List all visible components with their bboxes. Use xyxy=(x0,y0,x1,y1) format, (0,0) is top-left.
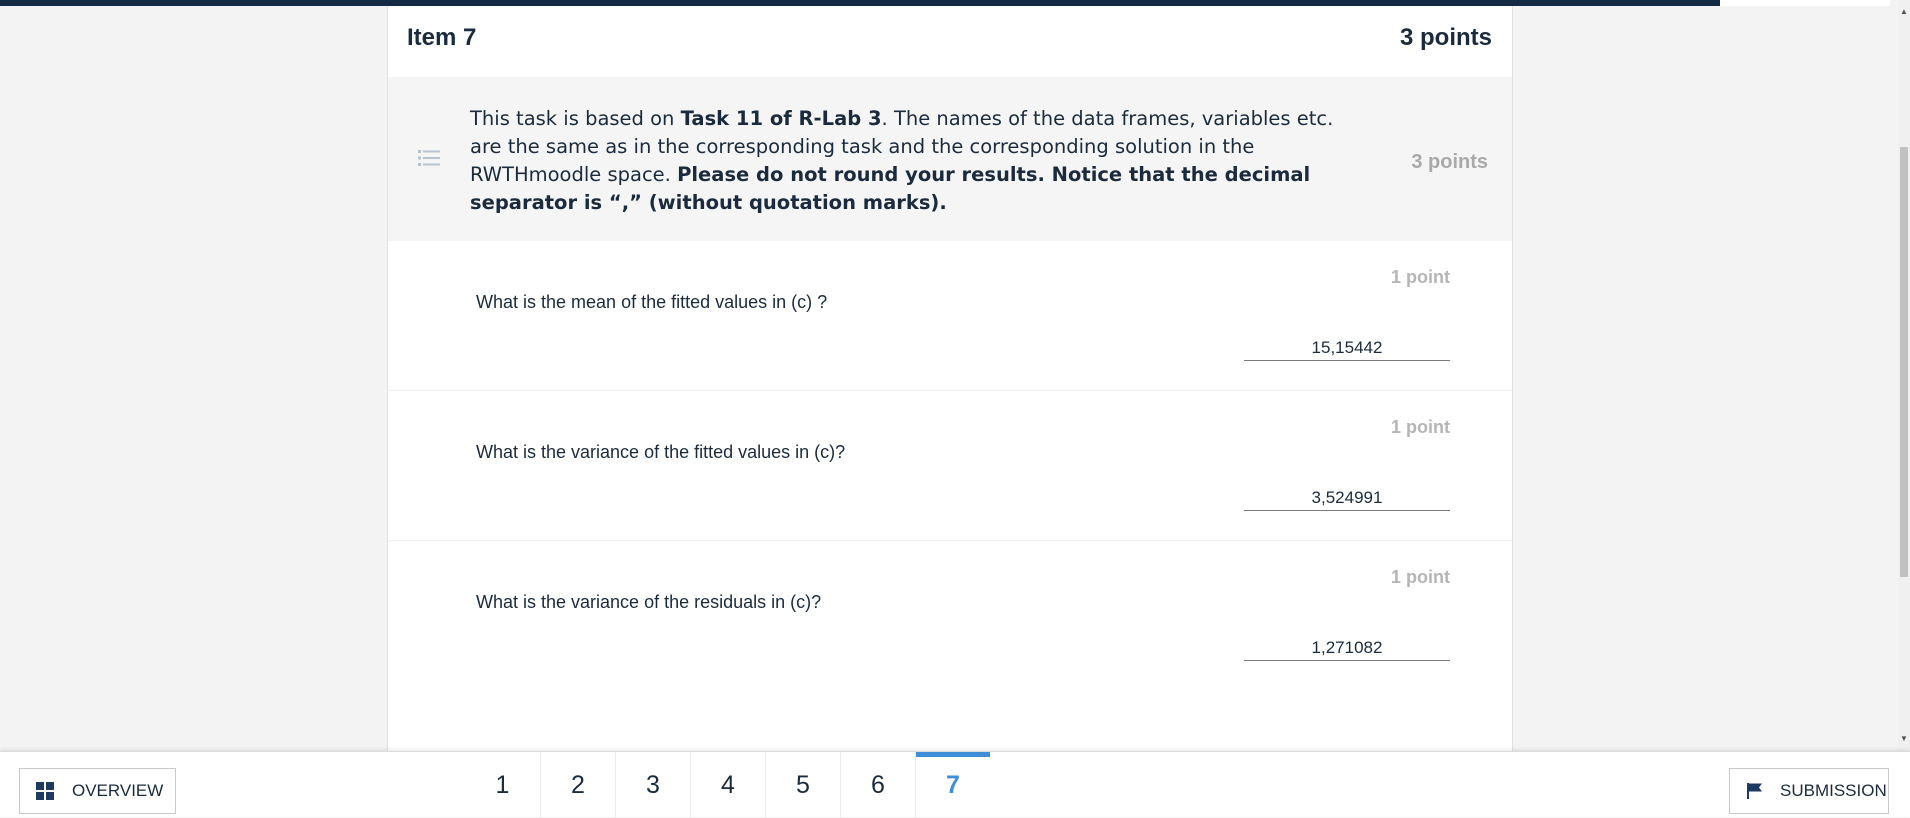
page-2[interactable]: 2 xyxy=(540,752,615,818)
submission-button[interactable]: SUBMISSION xyxy=(1729,768,1889,814)
page-5[interactable]: 5 xyxy=(765,752,840,818)
task-text: This task is based on Task 11 of R-Lab 3… xyxy=(470,105,1370,217)
task-description: This task is based on Task 11 of R-Lab 3… xyxy=(388,77,1512,241)
submission-label: SUBMISSION xyxy=(1780,781,1887,800)
page-7-active[interactable]: 7 xyxy=(915,752,990,818)
question-text: What is the variance of the fitted value… xyxy=(476,442,846,462)
list-icon xyxy=(418,150,440,166)
overview-label: OVERVIEW xyxy=(72,781,164,800)
item-points: 3 points xyxy=(1399,23,1492,51)
grid-icon xyxy=(36,782,54,800)
page-6[interactable]: 6 xyxy=(840,752,915,818)
flag-icon xyxy=(1747,783,1762,799)
question-text: What is the variance of the residuals in… xyxy=(476,592,822,612)
page-3[interactable]: 3 xyxy=(615,752,690,818)
scrollbar-thumb[interactable] xyxy=(1900,147,1908,577)
question: 1 point What is the variance of the fitt… xyxy=(388,391,1512,541)
scroll-down-arrow-icon[interactable]: ▼ xyxy=(1900,735,1908,743)
answer-input[interactable]: 3,524991 xyxy=(1244,487,1450,511)
question-points: 1 point xyxy=(1391,417,1450,437)
top-header-bar-end xyxy=(1720,0,1890,6)
question-points: 1 point xyxy=(1391,567,1450,587)
item-title: Item 7 xyxy=(407,23,477,51)
page-1[interactable]: 1 xyxy=(465,752,540,818)
question-points: 1 point xyxy=(1391,267,1450,287)
item-card: Item 7 3 points This task is based on Ta… xyxy=(387,6,1513,751)
task-intro-before: This task is based on xyxy=(470,107,681,130)
overview-button[interactable]: OVERVIEW xyxy=(19,768,176,814)
question: 1 point What is the variance of the resi… xyxy=(388,541,1512,691)
question: 1 point What is the mean of the fitted v… xyxy=(388,241,1512,391)
question-text: What is the mean of the fitted values in… xyxy=(476,292,828,312)
scroll-up-arrow-icon[interactable]: ▲ xyxy=(1900,8,1908,16)
page-4[interactable]: 4 xyxy=(690,752,765,818)
item-pager: 1 2 3 4 5 6 7 xyxy=(465,752,990,818)
answer-input[interactable]: 15,15442 xyxy=(1244,337,1450,361)
task-reference: Task 11 of R-Lab 3 xyxy=(680,107,882,130)
answer-input[interactable]: 1,271082 xyxy=(1244,637,1450,661)
bottom-navigation-bar: OVERVIEW 1 2 3 4 5 6 7 SUBMISSION xyxy=(0,751,1910,818)
item-header: Item 7 3 points xyxy=(388,6,1512,77)
task-points: 3 points xyxy=(1411,151,1488,173)
